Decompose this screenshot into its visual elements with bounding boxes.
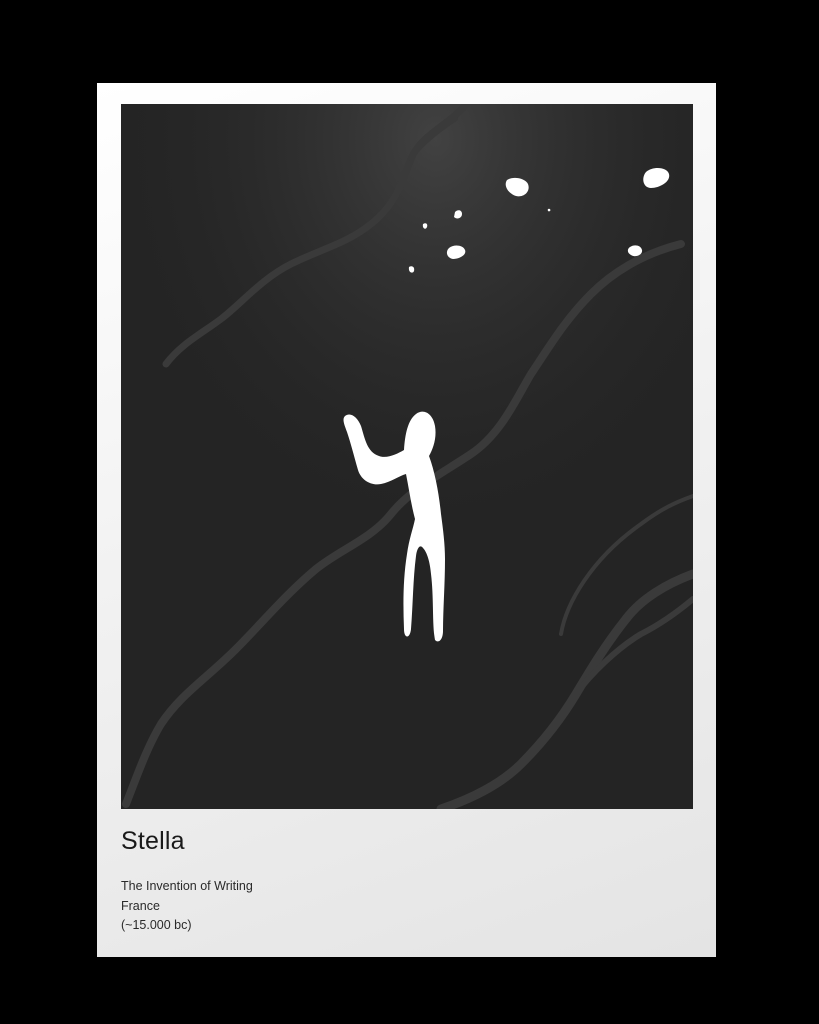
poster-subtitle: The Invention of Writing: [121, 879, 253, 893]
star-dot: [547, 208, 551, 212]
caption-block: Stella The Invention of Writing France (…: [121, 825, 621, 936]
poster-title: Stella: [121, 827, 185, 855]
cave-painting-illustration: [121, 104, 693, 809]
cave-artwork: [121, 104, 693, 809]
poster-location: France: [121, 898, 160, 913]
poster-date: (~15.000 bc): [121, 918, 192, 932]
poster-card: Stella The Invention of Writing France (…: [97, 83, 716, 957]
